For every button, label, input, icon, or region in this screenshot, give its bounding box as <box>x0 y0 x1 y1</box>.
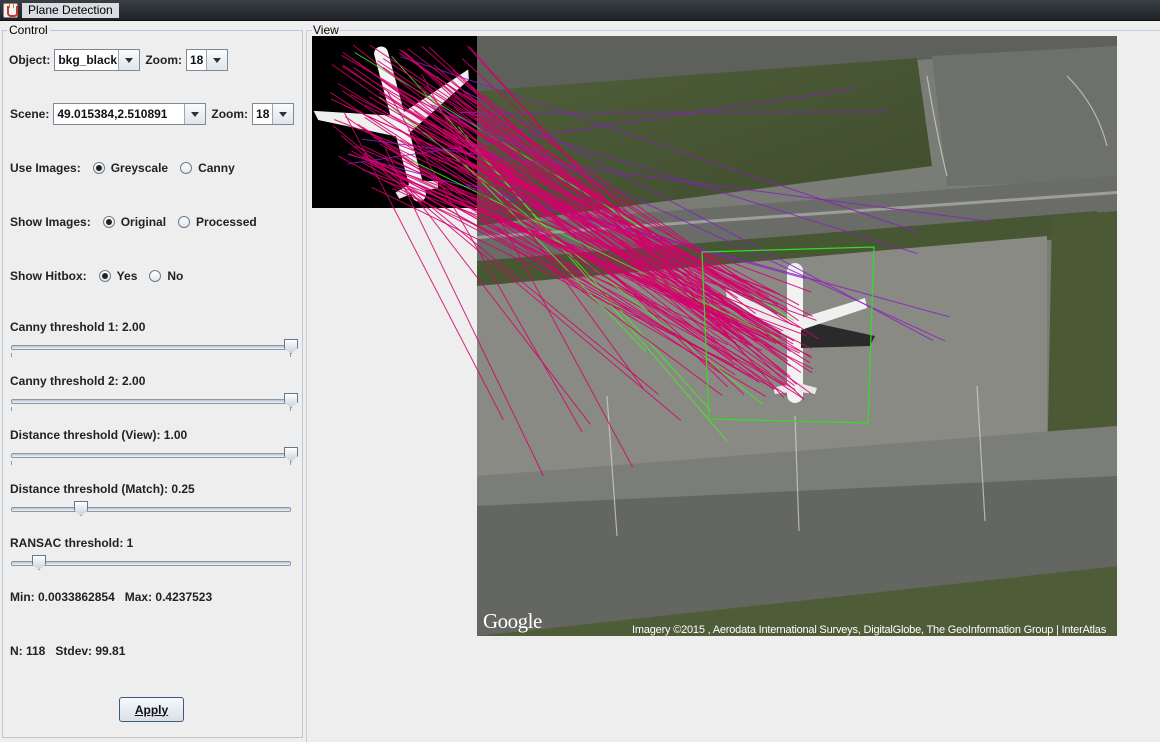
scene-select-value: 49.015384,2.510891 <box>57 107 168 121</box>
object-label: Object: <box>9 53 51 67</box>
slider-track[interactable] <box>11 507 291 512</box>
distance-threshold-match-slider[interactable] <box>11 501 291 519</box>
radio-original[interactable]: Original <box>102 215 167 229</box>
control-panel-legend: Control <box>7 23 50 37</box>
ransac-threshold-label: RANSAC threshold: 1 <box>10 536 134 550</box>
distance-threshold-view-label: Distance threshold (View): 1.00 <box>10 428 188 442</box>
radio-dot-icon[interactable] <box>98 270 111 282</box>
radio-dot-icon[interactable] <box>102 216 115 228</box>
show-hitbox-row: Show Hitbox: Yes No <box>10 265 195 287</box>
radio-greyscale[interactable]: Greyscale <box>92 161 169 175</box>
canny-threshold-1-label: Canny threshold 1: 2.00 <box>10 320 146 334</box>
scene-zoom-label: Zoom: <box>211 107 249 121</box>
show-images-row: Show Images: Original Processed <box>10 211 269 233</box>
scene-label: Scene: <box>10 107 50 121</box>
slider-track[interactable] <box>11 453 291 458</box>
object-zoom-select[interactable]: 18 <box>186 49 228 71</box>
radio-yes-label: Yes <box>116 269 138 283</box>
slider-ticks <box>11 353 291 357</box>
scene-zoom-select[interactable]: 18 <box>252 103 295 125</box>
object-airplane-drawing <box>312 36 477 208</box>
min-max-readout: Min: 0.0033862854 Max: 0.4237523 <box>10 590 213 604</box>
use-images-row: Use Images: Greyscale Canny <box>10 157 247 179</box>
slider-track[interactable] <box>11 399 291 404</box>
n-stdev-readout: N: 118 Stdev: 99.81 <box>10 644 126 658</box>
radio-no[interactable]: No <box>149 269 183 283</box>
chevron-down-icon[interactable] <box>272 104 294 124</box>
radio-dot-icon[interactable] <box>178 216 191 228</box>
object-image <box>312 36 477 208</box>
scene-image <box>477 36 1117 636</box>
chevron-down-icon[interactable] <box>206 50 227 70</box>
canny-threshold-1-slider[interactable] <box>11 339 298 357</box>
radio-no-label: No <box>167 269 184 283</box>
slider-ticks <box>11 461 291 465</box>
object-select-value: bkg_black <box>58 53 118 67</box>
canny-threshold-2-label: Canny threshold 2: 2.00 <box>10 374 146 388</box>
chevron-down-icon[interactable] <box>118 50 140 70</box>
radio-processed[interactable]: Processed <box>178 215 257 229</box>
scene-select[interactable]: 49.015384,2.510891 <box>53 103 207 125</box>
object-select[interactable]: bkg_black <box>54 49 141 71</box>
radio-dot-icon[interactable] <box>92 162 105 174</box>
show-hitbox-label: Show Hitbox: <box>10 269 87 283</box>
radio-dot-icon[interactable] <box>149 270 162 282</box>
scene-row: Scene: 49.015384,2.510891 Zoom: 18 <box>10 103 299 125</box>
distance-threshold-view-slider[interactable] <box>11 447 298 465</box>
canny-threshold-2-slider[interactable] <box>11 393 298 411</box>
object-row: Object: bkg_black Zoom: 18 <box>9 49 233 71</box>
object-zoom-label: Zoom: <box>145 53 182 67</box>
google-watermark: Google <box>483 609 542 633</box>
slider-ticks <box>11 407 291 411</box>
imagery-attribution: Imagery ©2015 , Aerodata International S… <box>632 624 1107 636</box>
slider-track[interactable] <box>11 345 291 350</box>
radio-canny[interactable]: Canny <box>180 161 235 175</box>
chevron-down-icon[interactable] <box>184 104 206 124</box>
distance-threshold-match-label: Distance threshold (Match): 0.25 <box>10 482 195 496</box>
use-images-label: Use Images: <box>10 161 81 175</box>
apply-button[interactable]: Apply <box>119 697 184 722</box>
radio-original-label: Original <box>120 215 167 229</box>
window-title: Plane Detection <box>22 3 119 18</box>
radio-canny-label: Canny <box>198 161 235 175</box>
aerial-map-drawing <box>477 36 1117 636</box>
java-cup-icon <box>3 3 18 18</box>
radio-yes[interactable]: Yes <box>98 269 138 283</box>
slider-thumb[interactable] <box>74 501 88 516</box>
show-images-label: Show Images: <box>10 215 91 229</box>
title-bar: Plane Detection <box>0 0 1160 21</box>
ransac-threshold-slider[interactable] <box>11 555 291 573</box>
view-panel-legend: View <box>312 23 340 37</box>
radio-processed-label: Processed <box>196 215 257 229</box>
object-zoom-value: 18 <box>190 53 204 67</box>
radio-dot-icon[interactable] <box>180 162 193 174</box>
radio-greyscale-label: Greyscale <box>110 161 169 175</box>
slider-thumb[interactable] <box>32 555 46 570</box>
scene-zoom-value: 18 <box>256 107 270 121</box>
slider-track[interactable] <box>11 561 291 566</box>
